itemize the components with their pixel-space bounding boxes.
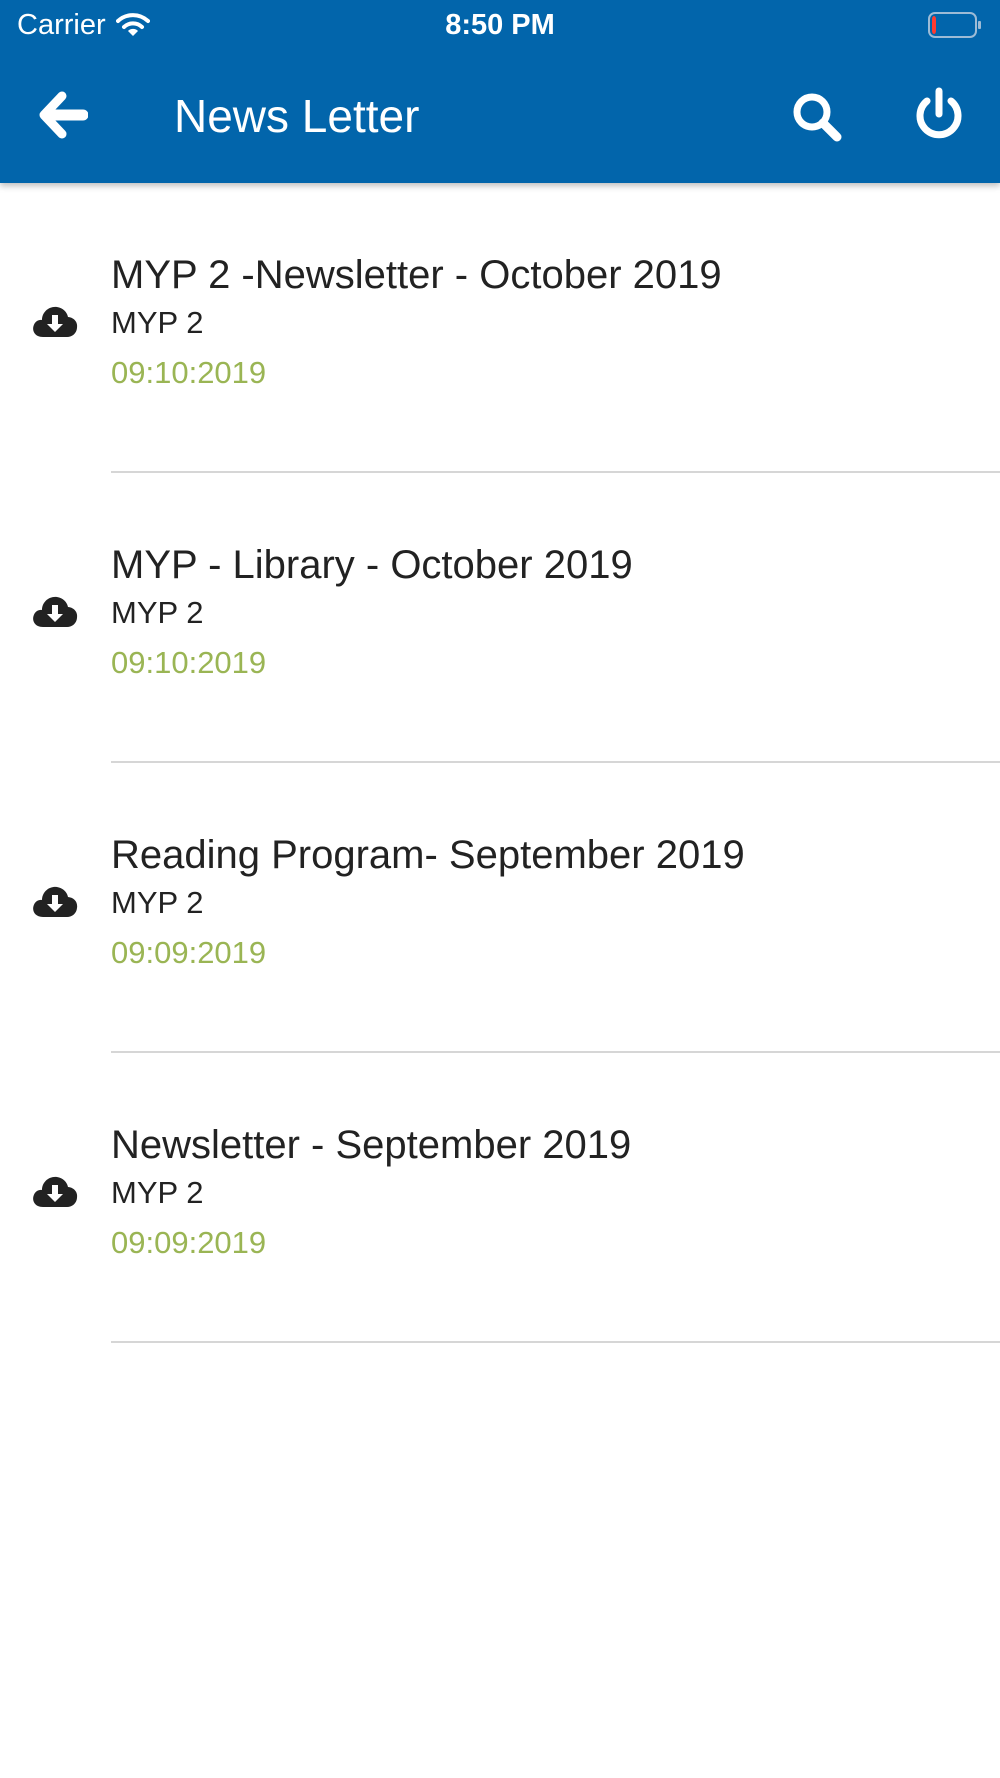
newsletter-item[interactable]: Reading Program- September 2019 MYP 2 09… <box>0 763 1000 1053</box>
newsletter-group: MYP 2 <box>111 305 204 340</box>
newsletter-item[interactable]: Newsletter - September 2019 MYP 2 09:09:… <box>0 1053 1000 1343</box>
newsletter-item[interactable]: MYP - Library - October 2019 MYP 2 09:10… <box>0 473 1000 763</box>
back-arrow-icon[interactable] <box>38 90 88 140</box>
newsletter-date: 09:10:2019 <box>111 645 267 680</box>
search-icon[interactable] <box>790 90 844 144</box>
cloud-download-icon[interactable] <box>32 1173 78 1209</box>
page-title: News Letter <box>174 90 420 142</box>
cloud-download-icon[interactable] <box>32 593 78 629</box>
cloud-download-icon[interactable] <box>32 883 78 919</box>
newsletter-list: MYP 2 -Newsletter - October 2019 MYP 2 0… <box>0 183 1000 1343</box>
newsletter-group: MYP 2 <box>111 1175 204 1210</box>
newsletter-title: Newsletter - September 2019 <box>111 1123 632 1167</box>
power-icon[interactable] <box>912 86 966 142</box>
newsletter-title: MYP 2 -Newsletter - October 2019 <box>111 253 722 297</box>
navigation-bar: News Letter <box>0 80 1000 152</box>
status-time: 8:50 PM <box>445 9 555 41</box>
newsletter-item[interactable]: MYP 2 -Newsletter - October 2019 MYP 2 0… <box>0 183 1000 473</box>
status-bar: Carrier 8:50 PM <box>0 0 1000 50</box>
newsletter-date: 09:09:2019 <box>111 935 267 970</box>
newsletter-group: MYP 2 <box>111 595 204 630</box>
cloud-download-icon[interactable] <box>32 303 78 339</box>
battery-icon <box>928 12 981 38</box>
newsletter-group: MYP 2 <box>111 885 204 920</box>
newsletter-title: MYP - Library - October 2019 <box>111 543 633 587</box>
newsletter-date: 09:09:2019 <box>111 1225 267 1260</box>
app-bar: Carrier 8:50 PM News Letter <box>0 0 1000 183</box>
divider <box>111 1341 1000 1343</box>
newsletter-title: Reading Program- September 2019 <box>111 833 745 877</box>
newsletter-date: 09:10:2019 <box>111 355 267 390</box>
